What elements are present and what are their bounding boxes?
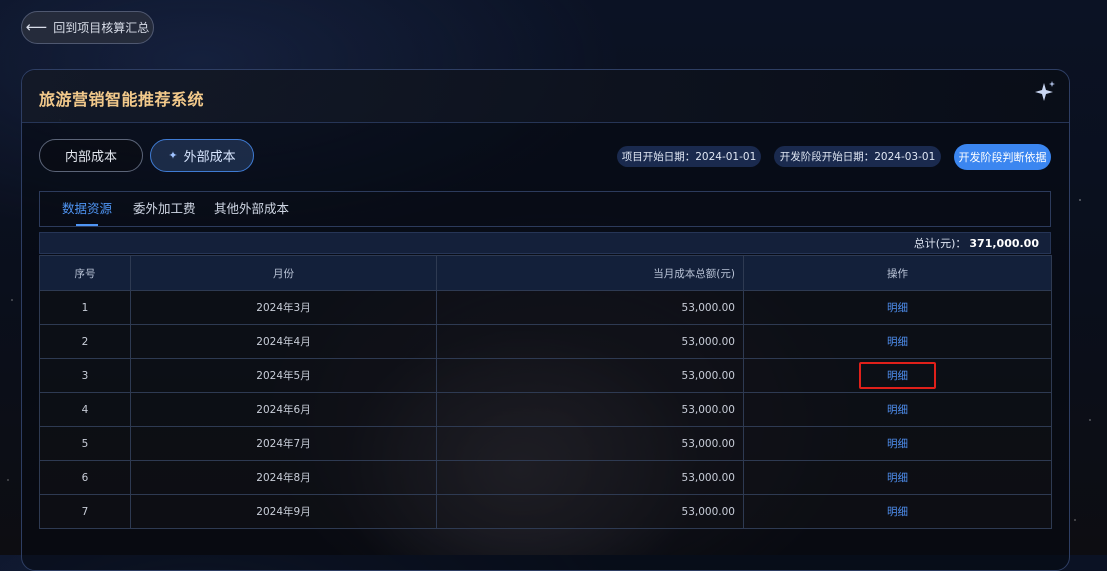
row-amount: 53,000.00 (436, 358, 744, 393)
detail-link[interactable]: 明细 (887, 302, 908, 314)
project-start-date-badge: 项目开始日期：2024-01-01 (617, 146, 761, 167)
row-month: 2024年9月 (130, 494, 437, 529)
table-row: 5 2024年7月 53,000.00 明细 (39, 426, 1052, 461)
row-action-cell: 明细 (743, 392, 1052, 427)
main-panel: 旅游营销智能推荐系统 内部成本 ✦ 外部成本 项目开始日期：2024-01-01… (21, 69, 1070, 571)
table-row: 2 2024年4月 53,000.00 明细 (39, 324, 1052, 359)
sparkle-icon (1035, 81, 1055, 101)
tab-bar: 数据资源 委外加工费 其他外部成本 (39, 191, 1051, 227)
page-title: 旅游营销智能推荐系统 (39, 90, 205, 109)
row-month: 2024年6月 (130, 392, 437, 427)
panel-header: 旅游营销智能推荐系统 (22, 70, 1069, 123)
arrow-left-icon: ⟵ (25, 18, 48, 36)
header-action: 操作 (743, 255, 1052, 291)
row-amount: 53,000.00 (436, 426, 744, 461)
table-row: 3 2024年5月 53,000.00 明细 (39, 358, 1052, 393)
internal-cost-label: 内部成本 (64, 150, 117, 165)
tab-outsourcing-fee[interactable]: 委外加工费 (133, 192, 196, 226)
total-label: 总计(元)： (913, 237, 967, 250)
detail-link[interactable]: 明细 (887, 506, 908, 518)
dev-stage-basis-button[interactable]: 开发阶段判断依据 (954, 144, 1051, 170)
table-header-row: 序号 月份 当月成本总额(元) 操作 (39, 255, 1052, 291)
row-month: 2024年5月 (130, 358, 437, 393)
row-month: 2024年3月 (130, 290, 437, 325)
detail-link[interactable]: 明细 (887, 404, 908, 416)
table-row: 7 2024年9月 53,000.00 明细 (39, 494, 1052, 529)
row-index: 5 (39, 426, 131, 461)
dev-start-date-badge: 开发阶段开始日期：2024-03-01 (774, 146, 941, 167)
back-to-summary-button[interactable]: ⟵ 回到项目核算汇总 (21, 11, 154, 44)
header-index: 序号 (39, 255, 131, 291)
detail-link[interactable]: 明细 (887, 472, 908, 484)
row-index: 1 (39, 290, 131, 325)
header-month: 月份 (130, 255, 437, 291)
row-index: 4 (39, 392, 131, 427)
cost-table: 序号 月份 当月成本总额(元) 操作 1 2024年3月 53,000.00 明… (39, 255, 1052, 529)
row-action-cell: 明细 (743, 290, 1052, 325)
internal-cost-toggle[interactable]: 内部成本 (39, 139, 143, 172)
row-amount: 53,000.00 (436, 494, 744, 529)
row-month: 2024年4月 (130, 324, 437, 359)
tab-other-external-cost[interactable]: 其他外部成本 (214, 192, 289, 226)
row-amount: 53,000.00 (436, 460, 744, 495)
row-index: 2 (39, 324, 131, 359)
row-action-cell: 明细 (743, 460, 1052, 495)
sparkle-small-icon: ✦ (168, 149, 178, 162)
back-button-label: 回到项目核算汇总 (53, 21, 150, 35)
external-cost-label: 外部成本 (183, 150, 236, 165)
total-bar: 总计(元)： 371,000.00 (39, 232, 1051, 254)
row-index: 6 (39, 460, 131, 495)
tab-data-resources[interactable]: 数据资源 (62, 192, 112, 226)
row-action-cell: 明细 (743, 494, 1052, 529)
row-index: 7 (39, 494, 131, 529)
table-row: 6 2024年8月 53,000.00 明细 (39, 460, 1052, 495)
row-month: 2024年7月 (130, 426, 437, 461)
row-amount: 53,000.00 (436, 290, 744, 325)
detail-link[interactable]: 明细 (887, 438, 908, 450)
external-cost-toggle[interactable]: ✦ 外部成本 (150, 139, 254, 172)
detail-link-highlighted[interactable]: 明细 (859, 362, 936, 389)
row-month: 2024年8月 (130, 460, 437, 495)
detail-link[interactable]: 明细 (887, 336, 908, 348)
total-value: 371,000.00 (969, 236, 1039, 250)
row-amount: 53,000.00 (436, 324, 744, 359)
table-row: 1 2024年3月 53,000.00 明细 (39, 290, 1052, 325)
row-action-cell: 明细 (743, 324, 1052, 359)
row-index: 3 (39, 358, 131, 393)
row-action-cell: 明细 (743, 426, 1052, 461)
header-amount: 当月成本总额(元) (436, 255, 744, 291)
row-action-cell: 明细 (743, 358, 1052, 393)
table-row: 4 2024年6月 53,000.00 明细 (39, 392, 1052, 427)
row-amount: 53,000.00 (436, 392, 744, 427)
